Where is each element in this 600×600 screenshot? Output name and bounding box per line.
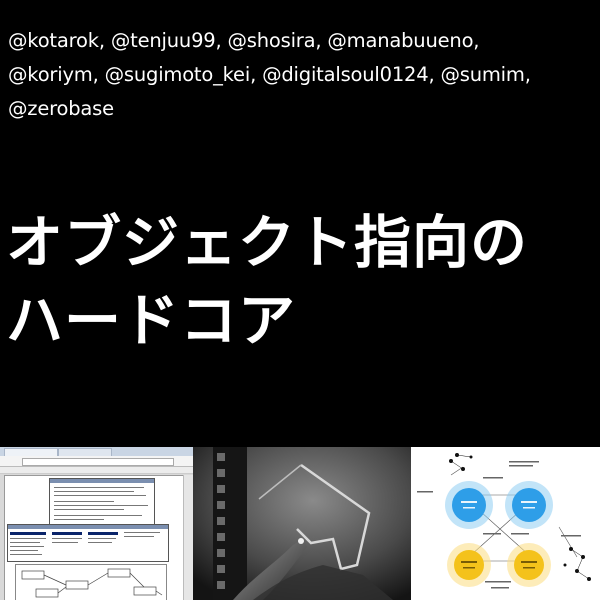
- class-browser-window: [7, 524, 169, 562]
- text-line: [54, 487, 144, 488]
- list-line: [52, 538, 82, 539]
- diagram-node-blue: [452, 488, 486, 522]
- graph-edge: [87, 572, 109, 586]
- thumbnail-strip: [0, 447, 600, 600]
- browser-page-content: [4, 475, 184, 600]
- text-line: [54, 519, 104, 520]
- list-line: [88, 542, 112, 543]
- text-line: [54, 509, 124, 510]
- contributor-line: @kotarok, @tenjuu99, @shosira, @manabuue…: [8, 29, 480, 52]
- page-title: オブジェクト指向の ハードコア: [6, 204, 600, 360]
- object-graph: [21, 568, 163, 598]
- list-line: [10, 546, 44, 547]
- concept-diagram-thumbnail: [411, 447, 600, 600]
- graph-node: [21, 570, 45, 580]
- title-line: ハードコア: [6, 288, 296, 354]
- contributor-list: @kotarok, @tenjuu99, @shosira, @manabuue…: [8, 24, 598, 126]
- contributor-line: @zerobase: [8, 97, 114, 120]
- browser-menu-bar: [0, 467, 193, 474]
- title-line: オブジェクト指向の: [6, 210, 528, 276]
- diagram-node-yellow: [454, 550, 484, 580]
- text-window: [49, 478, 155, 530]
- diagram-dot-cluster: [563, 547, 591, 581]
- graph-node: [35, 588, 59, 598]
- list-line: [10, 550, 38, 551]
- graph-edge: [155, 590, 163, 596]
- concept-diagram: [417, 453, 591, 589]
- selected-item: [52, 532, 82, 535]
- list-line: [10, 538, 46, 539]
- video-still-thumbnail: [193, 447, 411, 600]
- film-perforations: [217, 453, 225, 589]
- diagram-node-yellow: [514, 550, 544, 580]
- text-line: [54, 501, 114, 502]
- graph-edge: [43, 574, 67, 586]
- text-line: [54, 515, 142, 516]
- text-line: [54, 495, 146, 496]
- light-pen-tip: [298, 538, 304, 544]
- selected-item: [10, 532, 46, 535]
- browser-address-bar: [22, 458, 174, 466]
- text-line: [54, 491, 134, 492]
- contributor-line: @koriym, @sugimoto_kei, @digitalsoul0124…: [8, 63, 531, 86]
- list-line: [10, 542, 40, 543]
- browser-scrollbar: [183, 475, 193, 600]
- window-title-bar: [50, 479, 154, 483]
- graph-node: [133, 586, 157, 596]
- diagram-node-blue: [512, 488, 546, 522]
- window-title-bar: [8, 525, 168, 529]
- graph-edge: [129, 572, 145, 588]
- object-graph-window: [15, 564, 167, 600]
- browser-screenshot-thumbnail: [0, 447, 193, 600]
- graph-edge: [57, 586, 67, 594]
- graph-node: [65, 580, 89, 590]
- list-line: [10, 554, 42, 555]
- list-line: [88, 538, 116, 539]
- text-line: [54, 505, 148, 506]
- annotation-text-marks: [417, 461, 581, 589]
- browser-tab-bar: [0, 447, 193, 457]
- list-line: [124, 532, 160, 533]
- list-line: [124, 536, 154, 537]
- video-still-image: [193, 447, 411, 600]
- graph-node: [107, 568, 131, 578]
- list-line: [52, 542, 78, 543]
- selected-item: [88, 532, 118, 535]
